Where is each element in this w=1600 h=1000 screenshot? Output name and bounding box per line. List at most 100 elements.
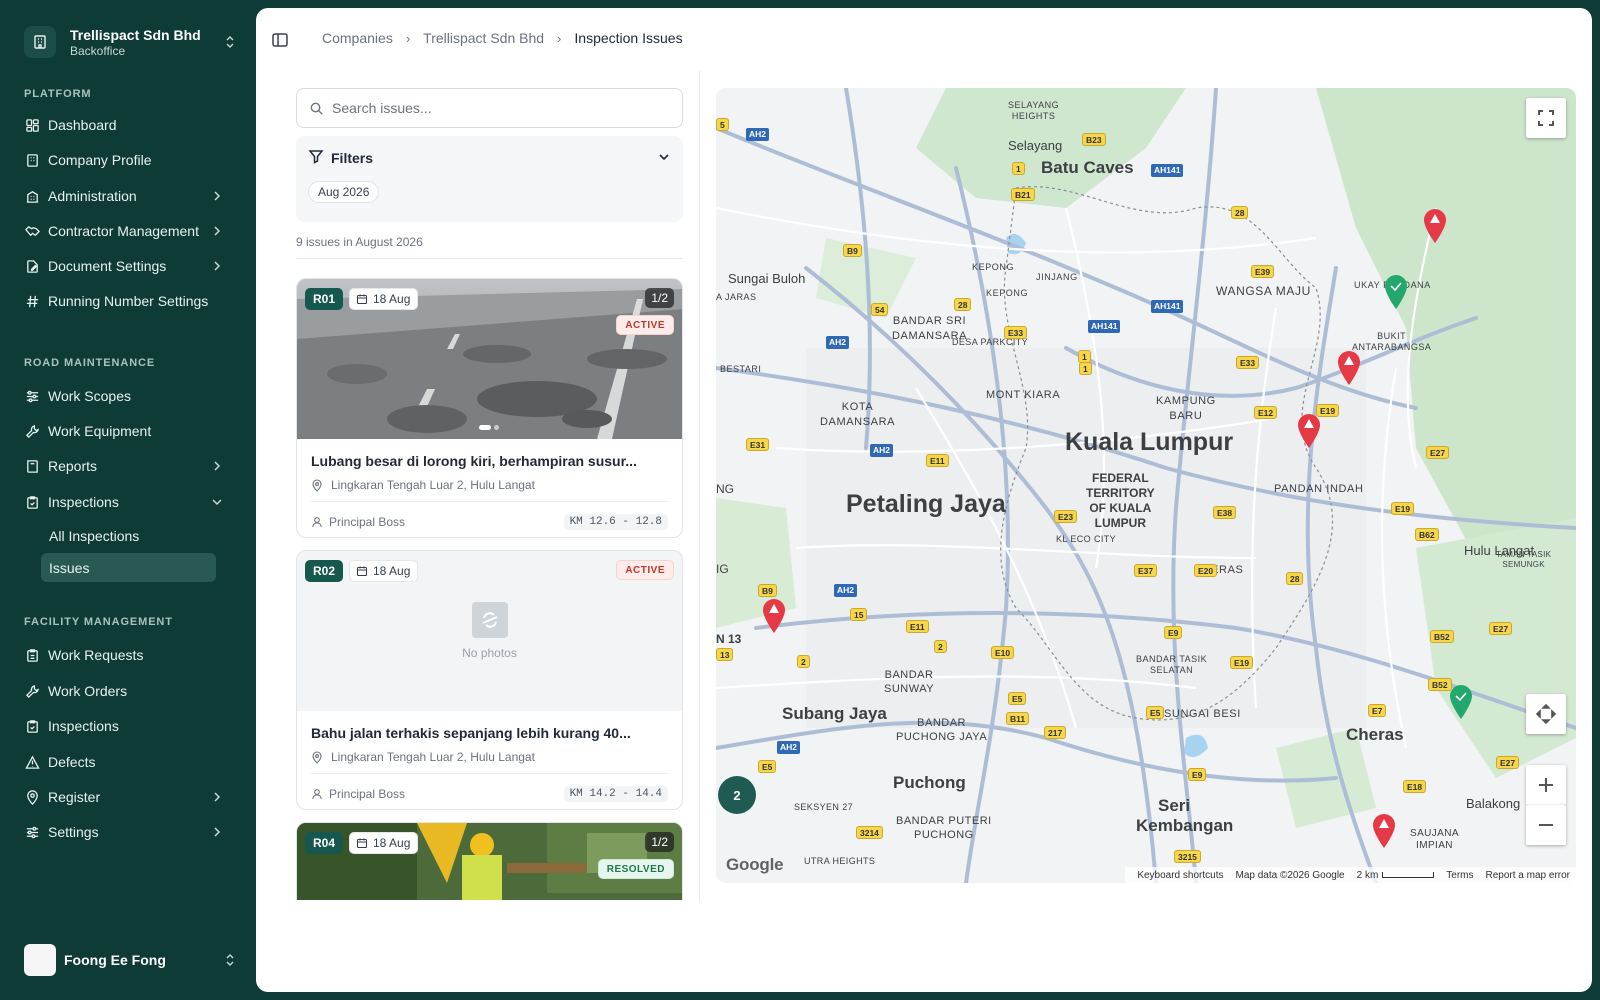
route-shield: AH141	[1088, 320, 1121, 333]
sidebar-subitem-issues[interactable]: Issues	[41, 553, 216, 582]
sidebar-item-settings[interactable]: Settings	[16, 816, 240, 848]
route-shield: B62	[1415, 528, 1439, 541]
sidebar-item-reports[interactable]: Reports	[16, 450, 240, 482]
map-label-kampung-baru: KAMPUNG BARU	[1156, 394, 1216, 424]
sidebar-item-facility-inspections[interactable]: Inspections	[16, 710, 240, 742]
issue-card[interactable]: R01 18 Aug 1/2 ACTIVE Lubang besar di lo…	[296, 278, 683, 538]
sidebar-subitem-all-inspections[interactable]: All Inspections	[41, 521, 216, 550]
map-label-ng: NG	[716, 482, 734, 496]
chevron-down-icon[interactable]	[657, 150, 671, 164]
zoom-in-button[interactable]	[1526, 765, 1566, 805]
map-scale-text: 2 km	[1356, 869, 1379, 881]
clipboard-check-icon	[24, 494, 40, 510]
sidebar-item-administration[interactable]: Administration	[16, 180, 240, 212]
user-icon	[312, 516, 322, 527]
sidebar-toggle-icon[interactable]	[270, 30, 290, 50]
sidebar-item-work-scopes[interactable]: Work Scopes	[16, 380, 240, 412]
chevron-right-icon	[214, 261, 221, 271]
sidebar-item-contractor-management[interactable]: Contractor Management	[16, 215, 240, 247]
issue-date-text: 18 Aug	[373, 836, 411, 850]
calendar-icon	[356, 566, 368, 577]
map-label-seksyen-27: SEKSYEN 27	[794, 802, 854, 812]
plus-icon	[1539, 778, 1553, 792]
route-shield: E9	[1188, 768, 1207, 781]
map-label-putra-heights: UTRA HEIGHTS	[804, 856, 876, 866]
route-shield: E33	[1004, 326, 1028, 339]
sidebar: Trellispact Sdn Bhd Backoffice PLATFORM …	[0, 0, 256, 1000]
sidebar-item-label: Register	[48, 789, 101, 805]
status-badge: ACTIVE	[616, 315, 674, 335]
sidebar-item-document-settings[interactable]: Document Settings	[16, 250, 240, 282]
sidebar-item-label: Document Settings	[48, 258, 167, 274]
issue-reporter-name: Principal Boss	[329, 786, 406, 801]
chevrons-up-down-icon	[226, 36, 234, 48]
building-icon	[24, 26, 56, 58]
issue-pin-active[interactable]	[1336, 350, 1362, 386]
org-switcher[interactable]: Trellispact Sdn Bhd Backoffice	[24, 22, 238, 62]
fullscreen-button[interactable]	[1526, 98, 1566, 138]
map-data-text: Map data ©2026 Google	[1235, 869, 1345, 881]
issue-pin-active[interactable]	[1371, 813, 1397, 849]
sidebar-item-label: Company Profile	[48, 152, 152, 168]
user-menu[interactable]: Foong Ee Fong	[24, 944, 238, 976]
filter-chip-month[interactable]: Aug 2026	[308, 181, 380, 203]
marker-cluster[interactable]: 2	[718, 776, 756, 814]
sidebar-item-dashboard[interactable]: Dashboard	[16, 109, 240, 141]
zoom-out-button[interactable]	[1526, 805, 1566, 845]
map-label-line: KAMPUNG	[1156, 395, 1216, 407]
route-shield: 2	[934, 640, 947, 653]
map-label-line: LUMPUR	[1094, 516, 1146, 530]
issue-card[interactable]: R04 18 Aug 1/2 RESOLVED	[296, 822, 683, 900]
map-label-kembangan: Kembangan	[1136, 816, 1234, 835]
issue-location: Lingkaran Tengah Luar 2, Hulu Langat	[311, 750, 668, 764]
issue-pin-resolved[interactable]	[1448, 684, 1474, 720]
route-shield: E10	[991, 646, 1015, 659]
issue-pin-resolved[interactable]	[1383, 274, 1409, 310]
route-shield: E33	[1236, 356, 1260, 369]
sidebar-item-company-profile[interactable]: Company Profile	[16, 144, 240, 176]
sidebar-item-work-equipment[interactable]: Work Equipment	[16, 415, 240, 447]
issue-count: 9 issues in August 2026	[296, 235, 423, 249]
sidebar-item-running-number-settings[interactable]: Running Number Settings	[16, 285, 240, 317]
map-view[interactable]: Kuala Lumpur Petaling Jaya Subang Jaya P…	[716, 88, 1576, 883]
route-shield: AH2	[746, 128, 770, 141]
issue-pin-active[interactable]	[761, 598, 787, 634]
keyboard-shortcuts-link[interactable]: Keyboard shortcuts	[1137, 870, 1223, 881]
map-label-mont-kiara: MONT KIARA	[986, 389, 1061, 401]
issue-photo[interactable]: R04 18 Aug 1/2 RESOLVED	[297, 823, 682, 900]
map-label-line: IMPIAN	[1416, 840, 1453, 851]
breadcrumb-company[interactable]: Trellispact Sdn Bhd	[423, 30, 544, 46]
filters-panel: Filters Aug 2026	[296, 136, 683, 222]
hash-icon	[24, 293, 40, 309]
route-shield: B23	[1082, 133, 1106, 146]
sidebar-item-register[interactable]: Register	[16, 781, 240, 813]
alert-triangle-icon	[24, 754, 40, 770]
route-shield: 28	[1286, 572, 1304, 585]
issue-date-text: 18 Aug	[373, 564, 411, 578]
section-platform: PLATFORM	[24, 88, 92, 100]
breadcrumb-companies[interactable]: Companies	[322, 30, 393, 46]
route-shield: E18	[1403, 780, 1427, 793]
terms-link[interactable]: Terms	[1446, 870, 1473, 881]
report-map-error-link[interactable]: Report a map error	[1486, 870, 1570, 881]
issue-photo[interactable]: R01 18 Aug 1/2 ACTIVE	[297, 279, 682, 439]
route-shield: E7	[1368, 704, 1387, 717]
photo-dots[interactable]	[479, 425, 502, 430]
issue-pin-active[interactable]	[1422, 208, 1448, 244]
sidebar-item-work-requests[interactable]: Work Requests	[16, 639, 240, 671]
office-icon	[24, 188, 40, 204]
divider	[296, 258, 683, 259]
sidebar-item-inspections[interactable]: Inspections	[16, 486, 240, 518]
sidebar-item-work-orders[interactable]: Work Orders	[16, 675, 240, 707]
issue-pin-active[interactable]	[1296, 413, 1322, 449]
search-input[interactable]	[332, 100, 672, 116]
map-label-jinjang: JINJANG	[1036, 272, 1078, 282]
route-shield: 28	[954, 298, 972, 311]
sidebar-item-defects[interactable]: Defects	[16, 746, 240, 778]
camera-control-button[interactable]	[1526, 694, 1566, 734]
issue-card[interactable]: No photos R02 18 Aug ACTIVE Bahu jalan t…	[296, 550, 683, 810]
filters-toggle[interactable]: Filters	[308, 148, 373, 167]
map-label-kuala-lumpur: Kuala Lumpur	[1065, 428, 1234, 456]
map-label-line: BARU	[1169, 410, 1203, 422]
sliders-icon	[24, 388, 40, 404]
